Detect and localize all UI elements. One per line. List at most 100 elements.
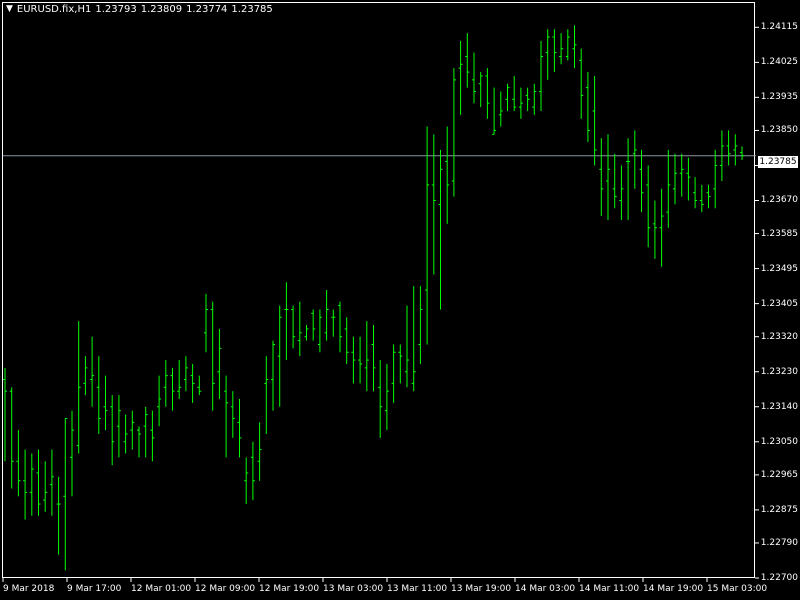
ohlc-bar bbox=[713, 149, 718, 209]
ohlc-bar bbox=[478, 72, 483, 108]
open-price: 1.23793 bbox=[95, 4, 137, 15]
ohlc-bar bbox=[23, 449, 28, 520]
ohlc-bar bbox=[130, 410, 135, 450]
ohlc-bar bbox=[324, 290, 329, 341]
ohlc-bar bbox=[43, 461, 48, 512]
ohlc-bar bbox=[177, 360, 182, 399]
time-tick-label: 14 Mar 19:00 bbox=[643, 584, 704, 594]
ohlc-bar bbox=[418, 286, 423, 364]
ohlc-bar bbox=[632, 130, 637, 189]
ohlc-bar bbox=[398, 344, 403, 384]
ohlc-bar bbox=[659, 188, 664, 267]
ohlc-bar bbox=[405, 305, 409, 388]
ohlc-bar bbox=[90, 336, 95, 407]
close-price: 1.23785 bbox=[231, 4, 273, 15]
ohlc-bar bbox=[331, 309, 336, 337]
ohlc-bar bbox=[237, 398, 242, 458]
ohlc-bar bbox=[525, 87, 530, 111]
ohlc-bar bbox=[545, 29, 550, 80]
time-tick-label: 13 Mar 11:00 bbox=[387, 584, 448, 594]
ohlc-bar bbox=[183, 356, 188, 392]
ohlc-bar bbox=[197, 375, 202, 396]
time-tick-label: 14 Mar 11:00 bbox=[579, 584, 640, 594]
price-tick-label: 1.23320 bbox=[760, 331, 798, 342]
ohlc-bar bbox=[116, 395, 121, 458]
ohlc-bar bbox=[103, 375, 108, 431]
ohlc-bar bbox=[612, 153, 617, 209]
ohlc-bar bbox=[592, 75, 597, 166]
triangle-down-icon[interactable]: ▼ bbox=[6, 3, 13, 15]
price-tick-label: 1.22700 bbox=[760, 573, 798, 583]
ohlc-bar bbox=[311, 309, 316, 341]
price-tick-label: 1.22790 bbox=[760, 537, 798, 548]
ohlc-bar bbox=[371, 325, 376, 392]
symbol-info-bar: ▼ EURUSD.fix,H1 1.23793 1.23809 1.23774 1.237… bbox=[6, 4, 277, 16]
ohlc-bar bbox=[224, 375, 229, 458]
ohlc-bar bbox=[699, 184, 704, 213]
ohlc-bar bbox=[693, 177, 698, 209]
ohlc-bar bbox=[445, 126, 450, 224]
ohlc-bar bbox=[666, 149, 671, 228]
price-chart[interactable] bbox=[0, 0, 800, 600]
ohlc-bar bbox=[585, 72, 590, 143]
ohlc-bar bbox=[619, 165, 624, 220]
ohlc-bar bbox=[96, 356, 101, 434]
time-tick-label: 14 Mar 03:00 bbox=[515, 584, 576, 594]
ohlc-bar bbox=[137, 426, 141, 458]
ohlc-bar bbox=[518, 87, 523, 119]
ohlc-bar bbox=[384, 363, 389, 431]
time-tick-label: 12 Mar 19:00 bbox=[259, 584, 320, 594]
ohlc-bar bbox=[572, 25, 577, 69]
price-tick-label: 1.23585 bbox=[760, 228, 798, 239]
ohlc-bar bbox=[565, 29, 570, 61]
ohlc-bar bbox=[163, 360, 168, 407]
ohlc-bar bbox=[438, 149, 443, 310]
ohlc-bar bbox=[317, 309, 322, 353]
ohlc-bar bbox=[344, 317, 349, 364]
price-tick-label: 1.23140 bbox=[760, 401, 798, 412]
ohlc-bar bbox=[3, 367, 7, 462]
ohlc-bar bbox=[505, 83, 510, 111]
price-tick-label: 1.24025 bbox=[760, 57, 798, 68]
price-tick-label: 1.23405 bbox=[760, 298, 798, 309]
ohlc-bar bbox=[364, 321, 369, 392]
ohlc-bar bbox=[264, 356, 269, 434]
price-tick-label: 1.23670 bbox=[760, 195, 798, 206]
ohlc-bar bbox=[123, 414, 128, 454]
ohlc-bar bbox=[378, 360, 383, 438]
ohlc-bar bbox=[626, 138, 631, 220]
ohlc-bar bbox=[706, 184, 711, 209]
ohlc-bar bbox=[686, 157, 691, 201]
time-tick-label: 9 Mar 17:00 bbox=[67, 584, 122, 594]
ohlc-bar bbox=[304, 325, 309, 341]
ohlc-bar bbox=[297, 301, 302, 357]
ohlc-bar bbox=[210, 301, 215, 411]
ohlc-bar bbox=[740, 146, 744, 161]
price-tick-label: 1.23850 bbox=[760, 125, 798, 136]
ohlc-bar bbox=[532, 83, 537, 115]
ohlc-bar bbox=[204, 293, 208, 353]
ohlc-bar bbox=[76, 321, 81, 454]
ohlc-bar bbox=[391, 344, 396, 403]
current-price-label: 1.23785 bbox=[758, 156, 798, 168]
time-tick-label: 9 Mar 2018 bbox=[3, 584, 55, 594]
price-tick-label: 1.22965 bbox=[760, 469, 798, 480]
ohlc-bar bbox=[498, 91, 503, 127]
ohlc-bar bbox=[539, 40, 543, 111]
high-price: 1.23809 bbox=[140, 4, 183, 15]
ohlc-bar bbox=[512, 75, 517, 111]
symbol-label: EURUSD.fix,H1 bbox=[16, 4, 92, 15]
ohlc-bar bbox=[492, 87, 497, 135]
ohlc-bar bbox=[472, 52, 476, 104]
price-tick-label: 1.23230 bbox=[760, 366, 798, 377]
ohlc-bar bbox=[552, 29, 557, 73]
ohlc-bar bbox=[411, 286, 416, 392]
ohlc-bar bbox=[29, 453, 34, 516]
ohlc-bar bbox=[679, 153, 684, 197]
ohlc-bar bbox=[217, 328, 222, 399]
ohlc-bar bbox=[143, 406, 148, 458]
price-tick-label: 1.24115 bbox=[760, 22, 798, 33]
price-tick-label: 1.23935 bbox=[760, 92, 798, 103]
chart-window[interactable]: ▼ EURUSD.fix,H1 1.23793 1.23809 1.23774 1.237… bbox=[0, 0, 800, 600]
ohlc-bar bbox=[673, 153, 677, 205]
